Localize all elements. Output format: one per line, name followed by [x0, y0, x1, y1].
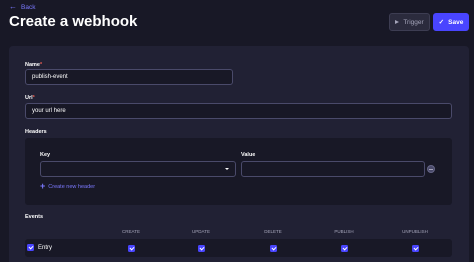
url-input[interactable]: your url here [25, 103, 452, 119]
key-select[interactable] [40, 161, 236, 177]
arrow-left-icon: ← [9, 2, 17, 11]
name-input[interactable]: publish-event [25, 69, 233, 85]
trigger-button[interactable]: Trigger [389, 13, 430, 31]
entry-update-checkbox[interactable] [198, 245, 205, 252]
required-marker: * [39, 62, 43, 68]
column-update: UPDATE [192, 229, 210, 234]
headers-label: Headers [25, 129, 47, 135]
remove-header-button[interactable] [427, 165, 435, 173]
plus-icon: + [40, 181, 46, 191]
entry-create-checkbox[interactable] [128, 245, 135, 252]
url-label: Url* [25, 95, 35, 101]
entry-row-label: Entry [38, 245, 53, 251]
column-unpublish: UNPUBLISH [402, 229, 428, 234]
back-link[interactable]: ← Back [9, 3, 35, 11]
trigger-label: Trigger [403, 18, 424, 26]
entry-publish-checkbox[interactable] [341, 245, 348, 252]
save-label: Save [448, 18, 464, 26]
column-delete: DELETE [264, 229, 282, 234]
save-button[interactable]: ✓ Save [433, 13, 469, 31]
back-label: Back [21, 3, 36, 11]
value-input[interactable] [241, 161, 425, 177]
minus-icon [429, 168, 433, 170]
required-marker: * [32, 95, 35, 101]
play-icon [395, 20, 400, 24]
entry-delete-checkbox[interactable] [270, 245, 277, 252]
chevron-down-icon [225, 168, 229, 170]
key-label: Key [40, 152, 51, 158]
name-input-value: publish-event [32, 74, 68, 80]
events-label: Events [25, 214, 44, 220]
name-label: Name* [25, 62, 42, 68]
url-input-placeholder: your url here [32, 108, 66, 114]
events-row-entry [25, 239, 452, 257]
entry-unpublish-checkbox[interactable] [412, 245, 419, 252]
url-label-text: Url [25, 95, 33, 101]
name-label-text: Name [25, 62, 40, 68]
check-icon: ✓ [438, 19, 445, 26]
column-publish: PUBLISH [334, 229, 354, 234]
entry-select-all-checkbox[interactable] [27, 244, 34, 251]
create-new-header-label: Create new header [48, 183, 96, 190]
page-title: Create a webhook [9, 13, 138, 30]
create-new-header-button[interactable]: + Create new header [40, 182, 95, 191]
value-label: Value [241, 152, 256, 158]
column-create: CREATE [122, 229, 140, 234]
